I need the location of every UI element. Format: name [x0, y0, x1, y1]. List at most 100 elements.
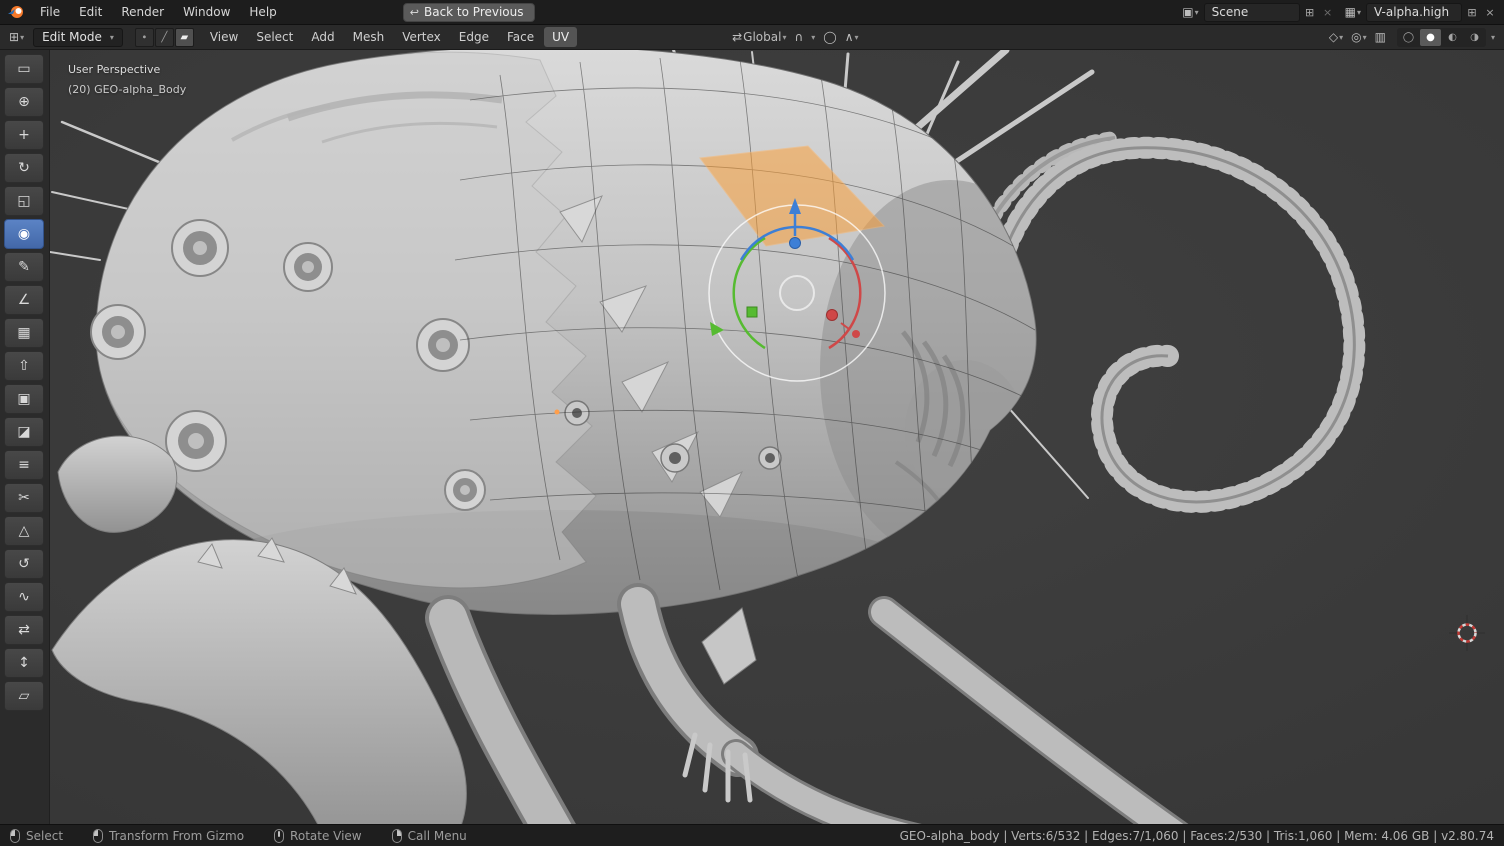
proportional-editing-button[interactable]: ◯ [820, 28, 839, 46]
chevron-down-icon: ▾ [1195, 8, 1199, 17]
scene-statistics: GEO-alpha_body | Verts:6/532 | Edges:7/1… [900, 829, 1494, 843]
chevron-down-icon: ▾ [1491, 33, 1495, 42]
scene-selector[interactable]: Scene [1204, 3, 1300, 22]
snap-settings-dropdown[interactable]: ▾ [808, 31, 818, 44]
scene-type-icon: ▣ [1182, 5, 1193, 19]
crater-detail [661, 444, 689, 472]
menu-edit[interactable]: Edit [70, 2, 111, 22]
edge-select-button[interactable]: ╱ [155, 28, 174, 47]
scene-group: ▣ ▾ Scene ⊞ × [1179, 3, 1335, 22]
chevron-down-icon: ▾ [1357, 8, 1361, 17]
hint-label: Call Menu [408, 829, 467, 843]
scene-type-dropdown[interactable]: ▣ ▾ [1179, 3, 1201, 21]
poly-build-icon: △ [19, 523, 30, 539]
snap-toggle-button[interactable]: ∩ [791, 28, 806, 46]
gizmo-handle-x[interactable] [827, 310, 838, 321]
menu-file[interactable]: File [31, 2, 69, 22]
mouse-left-drag-icon [93, 829, 103, 843]
new-view-layer-button[interactable]: ⊞ [1464, 6, 1480, 19]
view-layer-type-dropdown[interactable]: ▦ ▾ [1342, 3, 1364, 21]
orientation-icon: ⇄ [732, 30, 742, 44]
bevel-icon: ◪ [17, 424, 30, 440]
cursor-icon: ⊕ [18, 94, 30, 110]
tool-loop-cut[interactable]: ≡ [4, 450, 44, 480]
tool-edge-slide[interactable]: ⇄ [4, 615, 44, 645]
unlink-scene-button[interactable]: × [1320, 6, 1336, 19]
menu-add[interactable]: Add [303, 27, 342, 47]
extrude-region-icon: ⇧ [18, 358, 30, 374]
tool-move[interactable]: + [4, 120, 44, 150]
keymap-hint: Select [10, 829, 63, 843]
shading-settings-dropdown[interactable]: ▾ [1488, 31, 1498, 44]
shading-wireframe-button[interactable]: ◯ [1398, 29, 1419, 46]
measure-icon: ∠ [18, 292, 31, 308]
menu-mesh[interactable]: Mesh [345, 27, 393, 47]
tool-shrink-fatten[interactable]: ↕ [4, 648, 44, 678]
shading-material-button[interactable]: ◐ [1442, 29, 1463, 46]
menu-select[interactable]: Select [248, 27, 301, 47]
xray-toggle-button[interactable]: ▥ [1372, 28, 1389, 46]
tool-cursor[interactable]: ⊕ [4, 87, 44, 117]
menu-uv[interactable]: UV [544, 27, 577, 47]
tool-measure[interactable]: ∠ [4, 285, 44, 315]
menu-vertex[interactable]: Vertex [394, 27, 449, 47]
remove-view-layer-button[interactable]: × [1482, 6, 1498, 19]
shading-rendered-button[interactable]: ◑ [1464, 29, 1485, 46]
shading-solid-button[interactable]: ● [1420, 29, 1441, 46]
inset-faces-icon: ▣ [17, 391, 30, 407]
editor-type-dropdown[interactable]: ⊞ ▾ [6, 28, 27, 46]
menu-face[interactable]: Face [499, 27, 542, 47]
menu-render[interactable]: Render [112, 2, 173, 22]
blender-logo-icon[interactable] [6, 4, 26, 20]
tool-shear[interactable]: ▱ [4, 681, 44, 711]
mouse-left-icon [10, 829, 20, 843]
show-overlays-dropdown[interactable]: ◎ ▾ [1348, 28, 1370, 46]
menu-window[interactable]: Window [174, 2, 239, 22]
gizmo-center[interactable] [780, 276, 814, 310]
chevron-down-icon: ▾ [1339, 33, 1343, 42]
gizmo-handle-y[interactable] [747, 307, 757, 317]
tool-bevel[interactable]: ◪ [4, 417, 44, 447]
gizmo-handle-z[interactable] [790, 238, 801, 249]
back-to-previous-button[interactable]: ↩ Back to Previous [403, 3, 535, 22]
tool-knife[interactable]: ✂ [4, 483, 44, 513]
status-bar: Select Transform From Gizmo Rotate View … [0, 824, 1504, 846]
menu-help[interactable]: Help [240, 2, 285, 22]
mode-dropdown[interactable]: Edit Mode ▾ [33, 28, 123, 47]
tool-select-box[interactable]: ▭ [4, 54, 44, 84]
annotate-icon: ✎ [18, 259, 30, 275]
spin-icon: ↺ [18, 556, 30, 572]
gizmo-pointer-x[interactable] [852, 330, 860, 338]
crater-detail [166, 411, 226, 471]
tool-transform[interactable]: ◉ [4, 219, 44, 249]
tool-scale[interactable]: ◱ [4, 186, 44, 216]
tool-annotate[interactable]: ✎ [4, 252, 44, 282]
viewport-canvas[interactable]: User Perspective (20) GEO-alpha_Body [50, 50, 1504, 824]
scene-render[interactable] [50, 50, 1504, 824]
viewport-header: ⊞ ▾ Edit Mode ▾ ∙ ╱ ▰ View Select Add Me… [0, 25, 1504, 50]
orientation-dropdown[interactable]: ⇄ Global ▾ [729, 28, 789, 46]
show-gizmos-dropdown[interactable]: ◇ ▾ [1326, 28, 1346, 46]
scale-icon: ◱ [17, 193, 30, 209]
hint-label: Rotate View [290, 829, 362, 843]
menu-view[interactable]: View [202, 27, 246, 47]
back-label: Back to Previous [424, 5, 524, 19]
tool-spin[interactable]: ↺ [4, 549, 44, 579]
tool-shelf: ▭ ⊕ + ↻ ◱ ◉ ✎ ∠ ▦ ⇧ ▣ ◪ ≡ ✂ △ ↺ ∿ ⇄ ↕ ▱ [0, 50, 50, 824]
face-select-button[interactable]: ▰ [175, 28, 194, 47]
tool-smooth[interactable]: ∿ [4, 582, 44, 612]
tool-rotate[interactable]: ↻ [4, 153, 44, 183]
menu-edge[interactable]: Edge [451, 27, 497, 47]
chevron-down-icon: ▾ [20, 33, 24, 42]
vertex-select-button[interactable]: ∙ [135, 28, 154, 47]
view-layer-selector[interactable]: V-alpha.high [1366, 3, 1462, 22]
topbar-right: ▣ ▾ Scene ⊞ × ▦ ▾ V-alpha.high ⊞ × [1179, 3, 1498, 22]
tool-extrude-region[interactable]: ⇧ [4, 351, 44, 381]
shrink-fatten-icon: ↕ [18, 655, 30, 671]
edge-slide-icon: ⇄ [18, 622, 30, 638]
tool-poly-build[interactable]: △ [4, 516, 44, 546]
new-scene-button[interactable]: ⊞ [1302, 6, 1318, 19]
proportional-falloff-dropdown[interactable]: ∧ ▾ [842, 28, 862, 46]
tool-inset-faces[interactable]: ▣ [4, 384, 44, 414]
tool-add-cube[interactable]: ▦ [4, 318, 44, 348]
